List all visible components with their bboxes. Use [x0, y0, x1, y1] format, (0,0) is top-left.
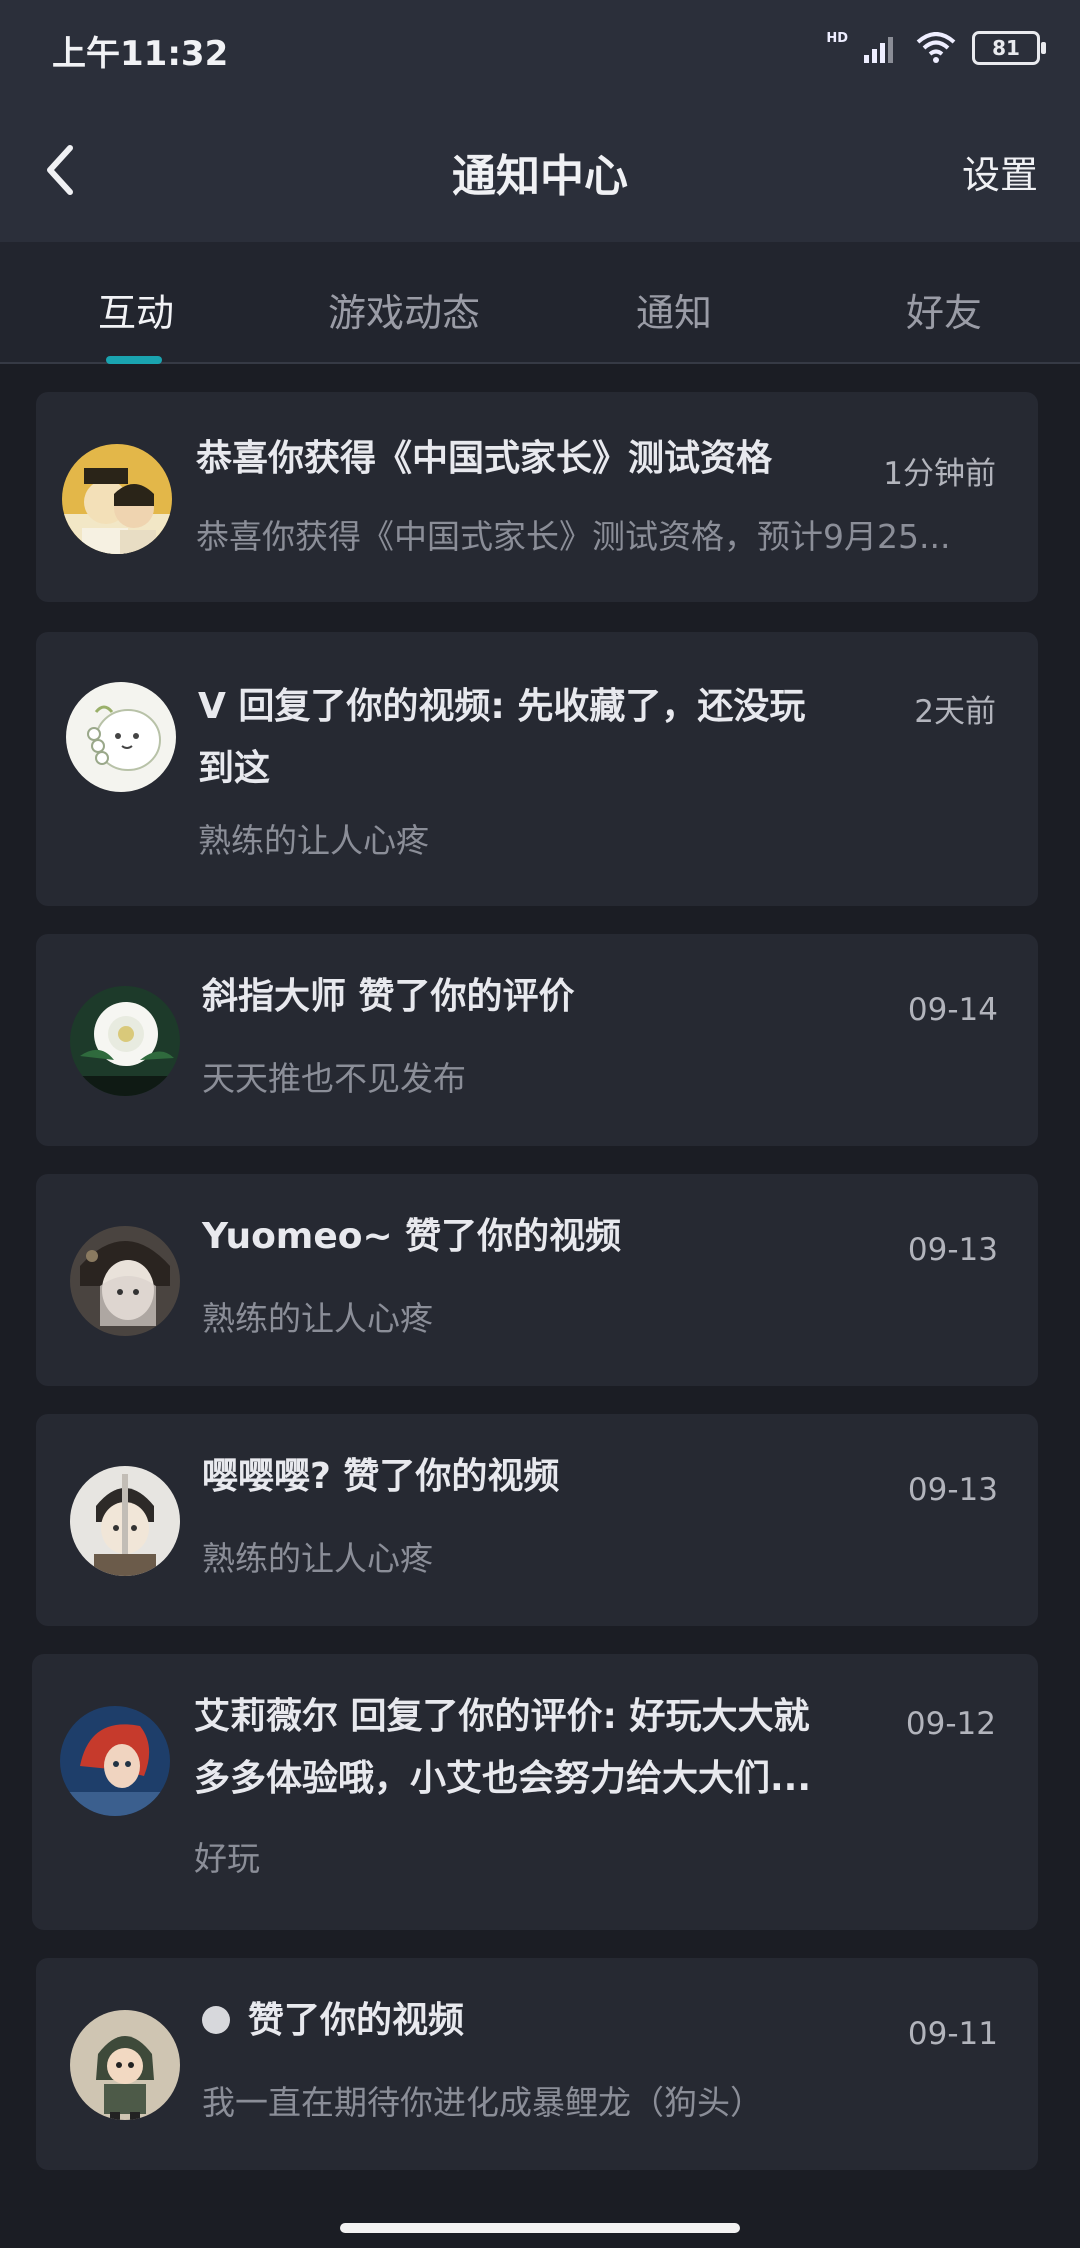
home-indicator[interactable]	[340, 2223, 740, 2233]
notification-preview: 熟练的让人心疼	[202, 1539, 433, 1578]
tab-bar: 互动 游戏动态 通知 好友	[0, 242, 1080, 364]
notification-title: 斜指大师 赞了你的评价	[202, 976, 575, 1017]
avatar[interactable]	[70, 1226, 180, 1336]
notification-title-line: 艾莉薇尔 回复了你的评价: 好玩大大就	[194, 1696, 810, 1737]
notification-preview: 天天推也不见发布	[202, 1059, 466, 1098]
notification-time: 09-13	[907, 1472, 998, 1508]
status-icons: HD 81	[826, 28, 1046, 68]
notification-time: 09-13	[907, 1232, 998, 1268]
active-tab-indicator	[106, 356, 162, 364]
notification-time: 09-11	[907, 2016, 998, 2052]
notification-card[interactable]: V 回复了你的视频: 先收藏了，还没玩 到这 熟练的让人心疼 2天前	[36, 632, 1038, 906]
notification-time: 09-14	[907, 992, 998, 1028]
tab-interaction[interactable]: 互动	[98, 282, 174, 337]
notification-title-line: V 回复了你的视频: 先收藏了，还没玩	[198, 686, 806, 727]
tab-notifications[interactable]: 通知	[636, 282, 712, 337]
status-bar: 上午11:32 HD 81	[0, 0, 1080, 100]
user-badge-dot	[202, 2006, 230, 2034]
notification-card[interactable]: 斜指大师 赞了你的评价 天天推也不见发布 09-14	[36, 934, 1038, 1146]
avatar[interactable]	[62, 444, 172, 554]
notification-card[interactable]: 赞了你的视频 我一直在期待你进化成暴鲤龙（狗头） 09-11	[36, 1958, 1038, 2170]
notification-title: 嘤嘤嘤? 赞了你的视频	[202, 1456, 560, 1497]
notification-card[interactable]: 恭喜你获得《中国式家长》测试资格 恭喜你获得《中国式家长》测试资格，预计9月25…	[36, 392, 1038, 602]
tab-friends[interactable]: 好友	[906, 282, 982, 337]
notification-time: 2天前	[914, 694, 996, 730]
notification-title-text: 赞了你的视频	[248, 2000, 465, 2041]
notification-card[interactable]: Yuomeo~ 赞了你的视频 熟练的让人心疼 09-13	[36, 1174, 1038, 1386]
notification-title: 恭喜你获得《中国式家长》测试资格	[196, 438, 773, 479]
avatar[interactable]	[60, 1706, 170, 1816]
page-title: 通知中心	[452, 151, 628, 202]
wifi-icon	[916, 32, 956, 63]
hd-badge: HD	[826, 30, 848, 46]
notification-card[interactable]: 嘤嘤嘤? 赞了你的视频 熟练的让人心疼 09-13	[36, 1414, 1038, 1626]
avatar[interactable]	[70, 1466, 180, 1576]
notification-preview: 我一直在期待你进化成暴鲤龙（狗头）	[202, 2083, 763, 2122]
notification-title-line: 到这	[198, 748, 271, 789]
notification-preview: 恭喜你获得《中国式家长》测试资格，预计9月25...	[196, 517, 951, 556]
notification-title: 艾莉薇尔 回复了你的评价: 好玩大大就 多多体验哦，小艾也会努力给大大们...	[194, 1686, 811, 1810]
notification-preview: 熟练的让人心疼	[202, 1299, 433, 1338]
top-navigation-bar: 通知中心 设置	[0, 100, 1080, 242]
notification-time: 1分钟前	[883, 456, 996, 492]
notification-time: 09-12	[905, 1706, 996, 1742]
avatar[interactable]	[70, 986, 180, 1096]
notification-title: 赞了你的视频	[202, 1990, 464, 2052]
notification-title: Yuomeo~ 赞了你的视频	[202, 1216, 622, 1257]
avatar[interactable]	[70, 2010, 180, 2120]
avatar[interactable]	[66, 682, 176, 792]
status-time: 上午11:32	[52, 34, 229, 74]
battery-icon: 81	[972, 31, 1046, 65]
settings-button[interactable]: 设置	[962, 144, 1038, 199]
notification-title-line: 多多体验哦，小艾也会努力给大大们...	[194, 1758, 812, 1799]
signal-icon	[864, 37, 893, 63]
notification-card[interactable]: 艾莉薇尔 回复了你的评价: 好玩大大就 多多体验哦，小艾也会努力给大大们... …	[32, 1654, 1038, 1930]
tab-game-updates[interactable]: 游戏动态	[328, 282, 480, 337]
notification-title: V 回复了你的视频: 先收藏了，还没玩 到这	[198, 676, 805, 800]
notification-preview: 熟练的让人心疼	[198, 821, 429, 860]
notification-preview: 好玩	[194, 1839, 260, 1878]
